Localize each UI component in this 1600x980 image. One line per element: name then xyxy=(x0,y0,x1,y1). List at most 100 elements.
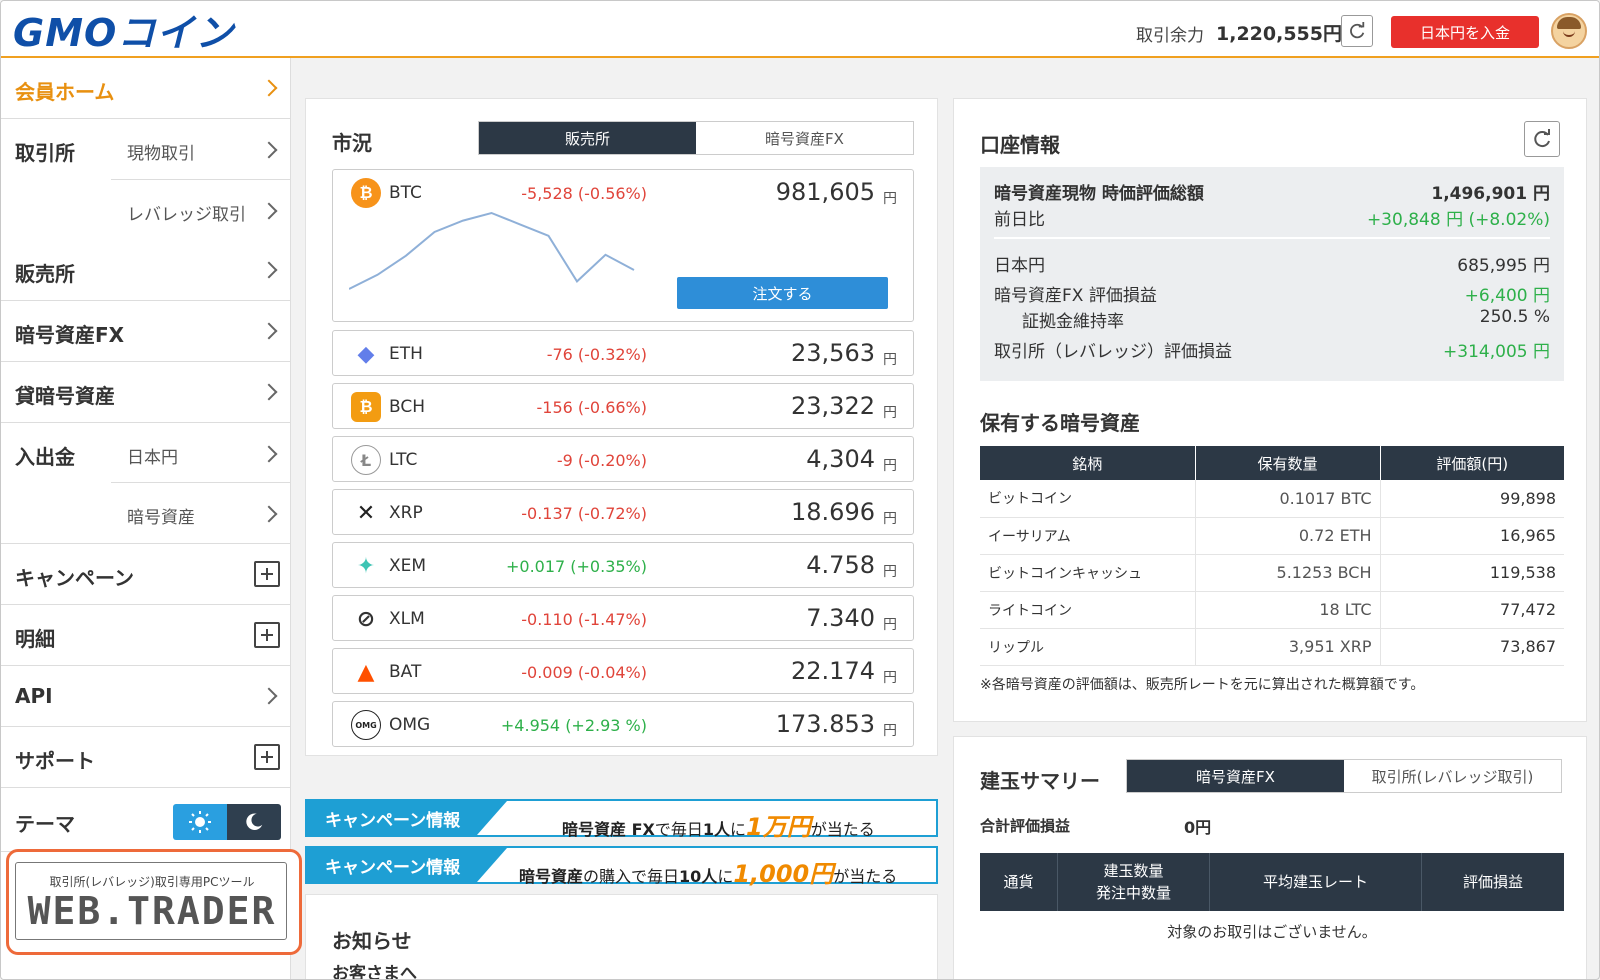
summary-empty-message: 対象のお取引はございません。 xyxy=(1167,923,1377,941)
coin-symbol: XRP xyxy=(389,503,423,523)
coin-price: 18.696 xyxy=(791,498,875,526)
leverage-pl-label: 取引所（レバレッジ）評価損益 xyxy=(994,342,1232,362)
coin-card-xem[interactable]: ✦ XEM +0.017 (+0.35%) 4.758 円 xyxy=(332,542,914,588)
expand-plus-icon xyxy=(254,561,280,587)
sidebar-item-statement[interactable]: 明細 xyxy=(1,605,291,666)
tab-summary-crypto-fx[interactable]: 暗号資産FX xyxy=(1127,760,1344,792)
campaign-banner-2[interactable]: キャンペーン情報 暗号資産の購入で毎日10人に1,000円が当たる xyxy=(305,846,938,888)
deposit-jpy-button[interactable]: 日本円を入金 xyxy=(1391,16,1539,48)
fx-pl-row: 暗号資産FX 評価損益 +6,400 円 xyxy=(994,281,1550,306)
total-value-label: 暗号資産現物 時価評価総額 xyxy=(994,184,1204,204)
summary-table-header: 通貨 建玉数量 発注中数量 平均建玉レート 評価損益 xyxy=(980,853,1564,911)
yen-unit: 円 xyxy=(883,511,897,527)
account-panel: 口座情報 暗号資産現物 時価評価総額 1,496,901 円 前日比 +30,8… xyxy=(953,98,1587,722)
coin-card-eth[interactable]: ◆ ETH -76 (-0.32%) 23,563 円 xyxy=(332,330,914,376)
tab-crypto-fx[interactable]: 暗号資産FX xyxy=(696,122,913,154)
xem-coin-icon: ✦ xyxy=(356,553,376,579)
news-item[interactable]: お客さまへ xyxy=(332,959,417,979)
campaign-text: 暗号資産の購入で毎日10人に1,000円が当たる xyxy=(519,860,898,888)
sidebar-item-support[interactable]: サポート xyxy=(1,727,291,788)
chevron-right-icon xyxy=(260,261,278,279)
refresh-icon xyxy=(1534,129,1550,148)
coin-symbol: BCH xyxy=(389,397,426,417)
moon-icon xyxy=(246,813,263,830)
theme-light-button[interactable] xyxy=(173,804,227,840)
coin-change: -0.137 (-0.72%) xyxy=(521,504,647,523)
bat-coin-icon: ▲ xyxy=(357,659,375,685)
sidebar-item-leverage[interactable]: レバレッジ取引 xyxy=(111,180,291,241)
sidebar-item-transfer-jpy[interactable]: 日本円 xyxy=(111,423,291,483)
coin-card-ltc[interactable]: Ł LTC -9 (-0.20%) 4,304 円 xyxy=(332,436,914,482)
coin-symbol: LTC xyxy=(389,450,418,470)
dod-row: 前日比 +30,848 円 (+8.02%) xyxy=(994,205,1550,230)
sidebar-item-label: 暗号資産 xyxy=(127,508,195,528)
holding-val: 99,898 xyxy=(1380,480,1564,518)
coin-card-bch[interactable]: ₿ BCH -156 (-0.66%) 23,322 円 xyxy=(332,383,914,429)
balance-refresh-button[interactable] xyxy=(1341,15,1373,47)
coin-card-omg[interactable]: OMG OMG +4.954 (+2.93 %) 173.853 円 xyxy=(332,701,914,747)
coin-symbol: BAT xyxy=(389,662,422,682)
holding-val: 77,472 xyxy=(1380,591,1564,629)
coin-card-bat[interactable]: ▲ BAT -0.009 (-0.04%) 22.174 円 xyxy=(332,648,914,694)
chevron-right-icon xyxy=(260,687,278,705)
holding-qty: 3,951 XRP xyxy=(1195,628,1381,666)
table-row: ライトコイン 18 LTC 77,472 xyxy=(980,591,1564,629)
sidebar-group-label: 入出金 xyxy=(15,445,75,469)
sidebar-item-label: 暗号資産FX xyxy=(15,323,125,347)
order-button[interactable]: 注文する xyxy=(677,277,888,309)
tab-dealer[interactable]: 販売所 xyxy=(479,122,696,154)
jpy-label: 日本円 xyxy=(994,256,1045,276)
holdings-note: ※各暗号資産の評価額は、販売所レートを元に算出された概算額です。 xyxy=(980,677,1425,693)
total-value-row: 暗号資産現物 時価評価総額 1,496,901 円 xyxy=(994,179,1550,204)
tab-summary-leverage[interactable]: 取引所(レバレッジ取引) xyxy=(1344,760,1561,792)
webtrader-banner[interactable]: 取引所(レバレッジ)取引専用PCツール WEB.TRADER xyxy=(6,849,302,955)
sidebar-item-transfer-crypto[interactable]: 暗号資産 xyxy=(111,483,291,543)
sidebar-item-lending[interactable]: 貸暗号資産 xyxy=(1,362,291,423)
coin-card-xrp[interactable]: ✕ XRP -0.137 (-0.72%) 18.696 円 xyxy=(332,489,914,535)
user-avatar[interactable] xyxy=(1551,13,1587,49)
leverage-pl-row: 取引所（レバレッジ）評価損益 +314,005 円 xyxy=(994,337,1550,362)
sidebar-item-label: 貸暗号資産 xyxy=(15,384,115,408)
coin-change: +4.954 (+2.93 %) xyxy=(500,716,647,735)
theme-toggle[interactable] xyxy=(173,804,281,840)
coin-symbol: XEM xyxy=(389,556,427,576)
coin-change: +0.017 (+0.35%) xyxy=(505,557,647,576)
dod-value: +30,848 円 (+8.02%) xyxy=(1366,210,1550,230)
gmo-coin-logo[interactable]: GMOコイン xyxy=(13,7,234,55)
balance-label: 取引余力 xyxy=(1136,26,1204,46)
yen-unit: 円 xyxy=(883,564,897,580)
column-header: 保有数量 xyxy=(1195,446,1381,480)
coin-card-xlm[interactable]: ⊘ XLM -0.110 (-1.47%) 7.340 円 xyxy=(332,595,914,641)
sidebar-item-api[interactable]: API xyxy=(1,666,291,727)
sidebar-item-campaign[interactable]: キャンペーン xyxy=(1,544,291,605)
sidebar-item-spot[interactable]: 現物取引 xyxy=(111,119,291,180)
expand-plus-icon xyxy=(254,744,280,770)
account-refresh-button[interactable] xyxy=(1524,121,1560,157)
sidebar-item-dealer[interactable]: 販売所 xyxy=(1,240,291,301)
market-panel: 市況 販売所 暗号資産FX ₿ BTC -5,528 (-0.56%) 981,605… xyxy=(305,98,938,756)
sidebar-item-label: 現物取引 xyxy=(127,144,195,164)
theme-label: テーマ xyxy=(15,812,75,836)
fx-pl-value: +6,400 円 xyxy=(1464,286,1550,306)
column-header: 通貨 xyxy=(980,853,1058,911)
webtrader-card: 取引所(レバレッジ)取引専用PCツール WEB.TRADER xyxy=(15,862,287,940)
sidebar-item-crypto-fx[interactable]: 暗号資産FX xyxy=(1,301,291,362)
theme-dark-button[interactable] xyxy=(227,804,281,840)
margin-label: 証拠金維持率 xyxy=(1022,312,1124,332)
btc-price-line xyxy=(349,211,635,290)
ltc-coin-icon: Ł xyxy=(351,445,381,475)
table-row: ビットコイン 0.1017 BTC 99,898 xyxy=(980,480,1564,518)
account-summary-box: 暗号資産現物 時価評価総額 1,496,901 円 前日比 +30,848 円 … xyxy=(980,167,1564,381)
total-value: 1,496,901 円 xyxy=(1431,184,1550,204)
coin-price: 173.853 xyxy=(775,710,875,738)
refresh-icon xyxy=(1350,22,1365,39)
sidebar-item-label: サポート xyxy=(15,749,95,773)
btc-sparkline xyxy=(349,211,635,290)
coin-price: 22.174 xyxy=(791,657,875,685)
coin-card-btc[interactable]: ₿ BTC -5,528 (-0.56%) 981,605 円注文する xyxy=(332,169,914,322)
top-header: GMOコイン 取引余力 1,220,555円 日本円を入金 xyxy=(1,1,1599,58)
campaign-banner-1[interactable]: キャンペーン情報 暗号資産 FXで毎日1人に1万円が当たる xyxy=(305,799,938,841)
market-title: 市況 xyxy=(332,131,372,155)
coin-change: -5,528 (-0.56%) xyxy=(521,184,647,203)
sidebar-item-home[interactable]: 会員ホーム xyxy=(1,58,291,119)
